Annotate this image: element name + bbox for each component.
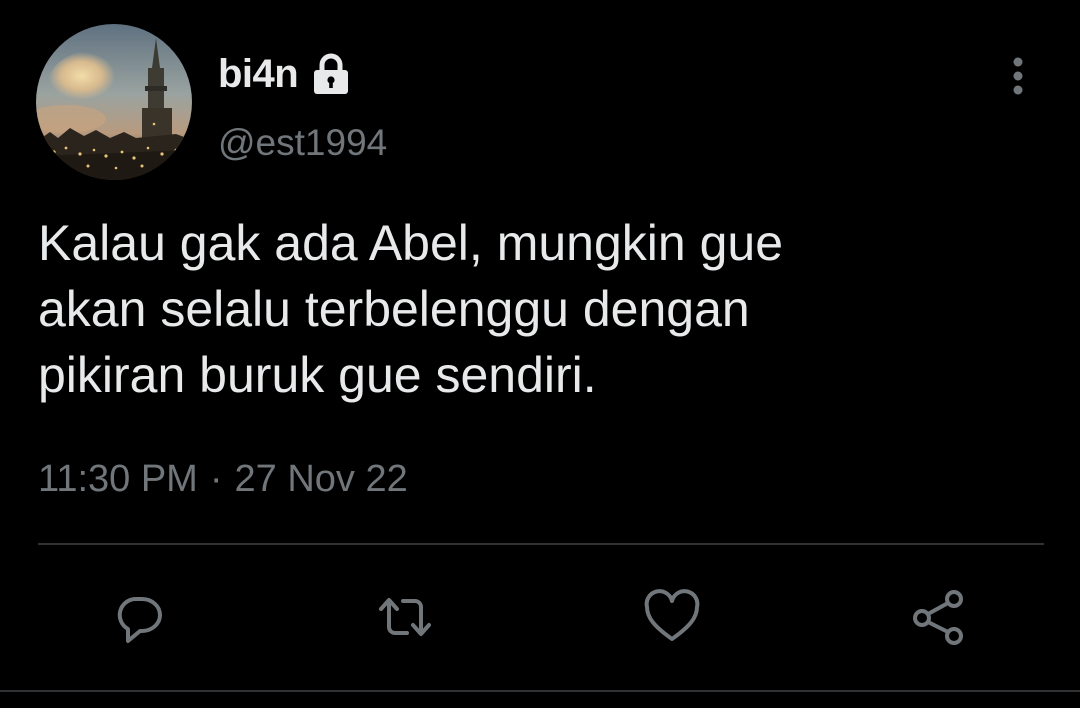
avatar-painting [36,24,192,180]
display-name[interactable]: bi4n [218,52,299,97]
tweet-date: 27 Nov 22 [234,458,408,500]
tweet-text: Kalau gak ada Abel, mungkin gue akan sel… [38,215,783,403]
retweet-icon [379,598,431,636]
timestamp-separator: · [209,458,223,500]
tweet-time: 11:30 PM [38,458,198,500]
share-icon [913,590,963,645]
action-bar [0,582,1080,652]
tweet-detail: bi4n @est1994 Kalau gak ada Abel, mungki… [0,0,1080,708]
more-options-icon[interactable] [1000,54,1036,100]
heart-icon [644,589,700,641]
retweet-button[interactable] [370,582,440,652]
author-handle[interactable]: @est1994 [218,122,387,164]
share-button[interactable] [903,582,973,652]
tweet-timestamp[interactable]: 11:30 PM · 27 Nov 22 [38,458,408,501]
reply-icon [117,596,162,643]
like-button[interactable] [637,582,707,652]
author-name-row[interactable]: bi4n [218,48,354,100]
reply-button[interactable] [105,582,175,652]
avatar[interactable] [36,24,192,180]
lock-icon [308,51,354,97]
bottom-divider [0,690,1080,692]
divider [38,543,1044,545]
